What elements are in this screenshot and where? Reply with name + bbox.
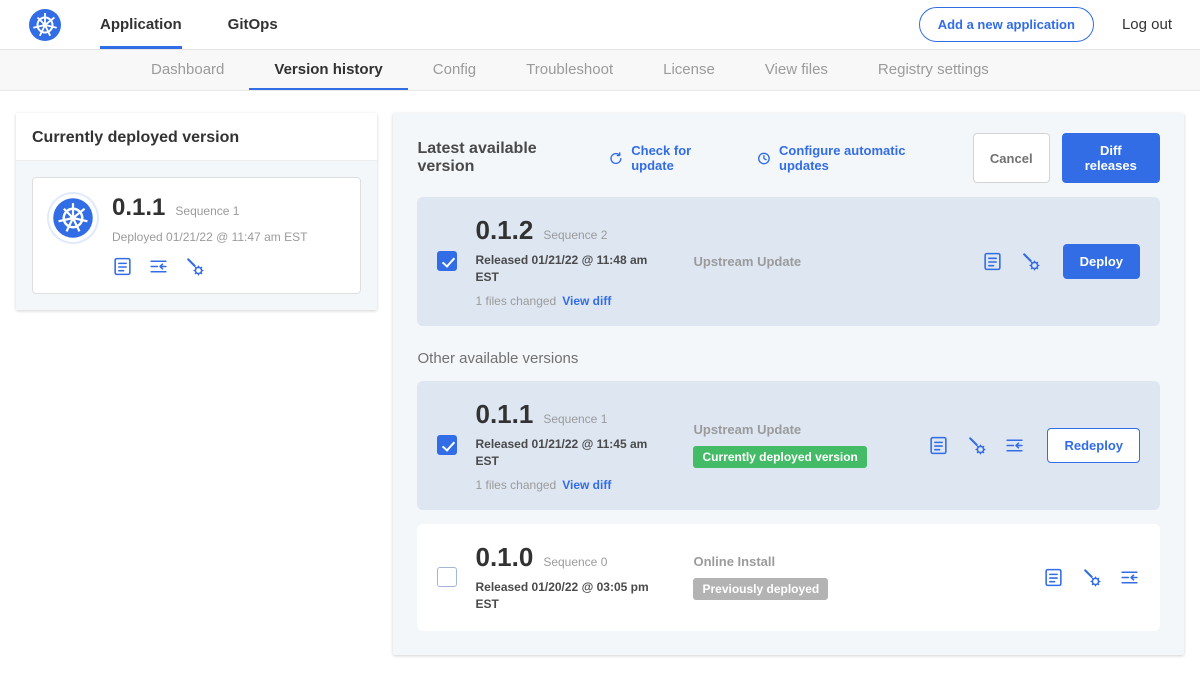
header-actions: Cancel Diff releases <box>973 133 1160 183</box>
view-diff-link[interactable]: View diff <box>562 478 611 492</box>
deployed-panel-title: Currently deployed version <box>16 113 377 160</box>
tab-license[interactable]: License <box>638 50 740 90</box>
version-source-col: Upstream Update <box>693 254 928 269</box>
version-info: 0.1.2 Sequence 2 Released 01/21/22 @ 11:… <box>475 215 693 308</box>
config-gear-icon[interactable] <box>1081 567 1102 588</box>
diff-lines-icon[interactable] <box>148 256 169 277</box>
kubernetes-logo[interactable] <box>28 8 62 42</box>
kubernetes-logo-icon <box>28 8 62 42</box>
release-notes-icon[interactable] <box>1043 567 1064 588</box>
version-checkbox[interactable] <box>437 567 457 587</box>
deployed-version-number: 0.1.1 <box>112 194 165 222</box>
currently-deployed-badge: Currently deployed version <box>693 446 866 468</box>
deployed-version-sequence: Sequence 1 <box>175 204 239 218</box>
diff-lines-icon[interactable] <box>1119 567 1140 588</box>
release-notes-icon[interactable] <box>112 256 133 277</box>
app-tabs: Dashboard Version history Config Trouble… <box>0 50 1200 91</box>
redeploy-button[interactable]: Redeploy <box>1047 428 1140 463</box>
nav-gitops[interactable]: GitOps <box>228 0 278 49</box>
version-source: Online Install <box>693 554 928 569</box>
deployed-timestamp: Deployed 01/21/22 @ 11:47 am EST <box>112 230 307 244</box>
deployed-version-actions <box>112 256 307 277</box>
other-versions-title: Other available versions <box>417 350 1160 367</box>
cancel-button[interactable]: Cancel <box>973 133 1050 183</box>
logout-link[interactable]: Log out <box>1122 16 1172 33</box>
nav-application[interactable]: Application <box>100 0 182 49</box>
add-application-button[interactable]: Add a new application <box>919 7 1094 42</box>
version-actions <box>1043 567 1140 588</box>
version-checkbox[interactable] <box>437 435 457 455</box>
version-checkbox[interactable] <box>437 251 457 271</box>
release-notes-icon[interactable] <box>982 251 1003 272</box>
version-info: 0.1.0 Sequence 0 Released 01/20/22 @ 03:… <box>475 542 693 614</box>
clock-icon <box>756 150 772 167</box>
previously-deployed-badge: Previously deployed <box>693 578 828 600</box>
main-content: Currently deployed version <box>0 91 1200 677</box>
version-sequence: Sequence 0 <box>543 555 607 569</box>
tab-troubleshoot[interactable]: Troubleshoot <box>501 50 638 90</box>
config-gear-icon[interactable] <box>966 435 987 456</box>
config-gear-icon[interactable] <box>1020 251 1041 272</box>
version-number: 0.1.2 <box>475 215 533 246</box>
refresh-icon <box>608 150 624 167</box>
check-for-update-link[interactable]: Check for update <box>608 143 730 173</box>
released-date: Released 01/21/22 @ 11:48 am EST <box>475 252 660 287</box>
top-navbar: Application GitOps Add a new application… <box>0 0 1200 50</box>
version-number: 0.1.0 <box>475 542 533 573</box>
config-gear-icon[interactable] <box>184 256 205 277</box>
files-changed: 1 files changed <box>475 478 556 492</box>
version-sequence: Sequence 2 <box>543 228 607 242</box>
version-info: 0.1.1 Sequence 1 Released 01/21/22 @ 11:… <box>475 399 693 492</box>
tab-dashboard[interactable]: Dashboard <box>126 50 249 90</box>
view-diff-link[interactable]: View diff <box>562 294 611 308</box>
version-actions: Deploy <box>982 244 1140 279</box>
tab-view-files[interactable]: View files <box>740 50 853 90</box>
diff-lines-icon[interactable] <box>1004 435 1025 456</box>
release-notes-icon[interactable] <box>928 435 949 456</box>
app-icon <box>49 194 97 242</box>
available-panel-header: Latest available version Check for updat… <box>417 133 1160 183</box>
version-row-011: 0.1.1 Sequence 1 Released 01/21/22 @ 11:… <box>417 381 1160 510</box>
topnav-right: Add a new application Log out <box>919 0 1172 49</box>
files-changed: 1 files changed <box>475 294 556 308</box>
configure-updates-label: Configure automatic updates <box>779 143 947 173</box>
version-number: 0.1.1 <box>475 399 533 430</box>
kubernetes-app-icon <box>52 197 94 239</box>
tab-registry-settings[interactable]: Registry settings <box>853 50 1014 90</box>
deployed-version-info: 0.1.1 Sequence 1 Deployed 01/21/22 @ 11:… <box>112 194 307 277</box>
deployed-version-panel: Currently deployed version <box>16 113 377 310</box>
version-row-012: 0.1.2 Sequence 2 Released 01/21/22 @ 11:… <box>417 197 1160 326</box>
deployed-panel-body: 0.1.1 Sequence 1 Deployed 01/21/22 @ 11:… <box>16 160 377 310</box>
available-versions-panel: Latest available version Check for updat… <box>393 113 1184 655</box>
deploy-button[interactable]: Deploy <box>1063 244 1140 279</box>
version-sequence: Sequence 1 <box>543 412 607 426</box>
version-source: Upstream Update <box>693 422 928 437</box>
released-date: Released 01/20/22 @ 03:05 pm EST <box>475 579 660 614</box>
tab-config[interactable]: Config <box>408 50 501 90</box>
available-panel-title: Latest available version <box>417 140 586 176</box>
deployed-version-card: 0.1.1 Sequence 1 Deployed 01/21/22 @ 11:… <box>32 177 361 294</box>
tab-version-history[interactable]: Version history <box>249 50 407 90</box>
diff-releases-button[interactable]: Diff releases <box>1062 133 1160 183</box>
version-source: Upstream Update <box>693 254 928 269</box>
version-actions: Redeploy <box>928 428 1140 463</box>
released-date: Released 01/21/22 @ 11:45 am EST <box>475 436 660 471</box>
version-source-col: Online Install Previously deployed <box>693 554 928 600</box>
configure-updates-link[interactable]: Configure automatic updates <box>756 143 947 173</box>
version-source-col: Upstream Update Currently deployed versi… <box>693 422 928 468</box>
primary-nav: Application GitOps <box>100 0 324 49</box>
check-for-update-label: Check for update <box>631 143 730 173</box>
version-row-010: 0.1.0 Sequence 0 Released 01/20/22 @ 03:… <box>417 524 1160 632</box>
